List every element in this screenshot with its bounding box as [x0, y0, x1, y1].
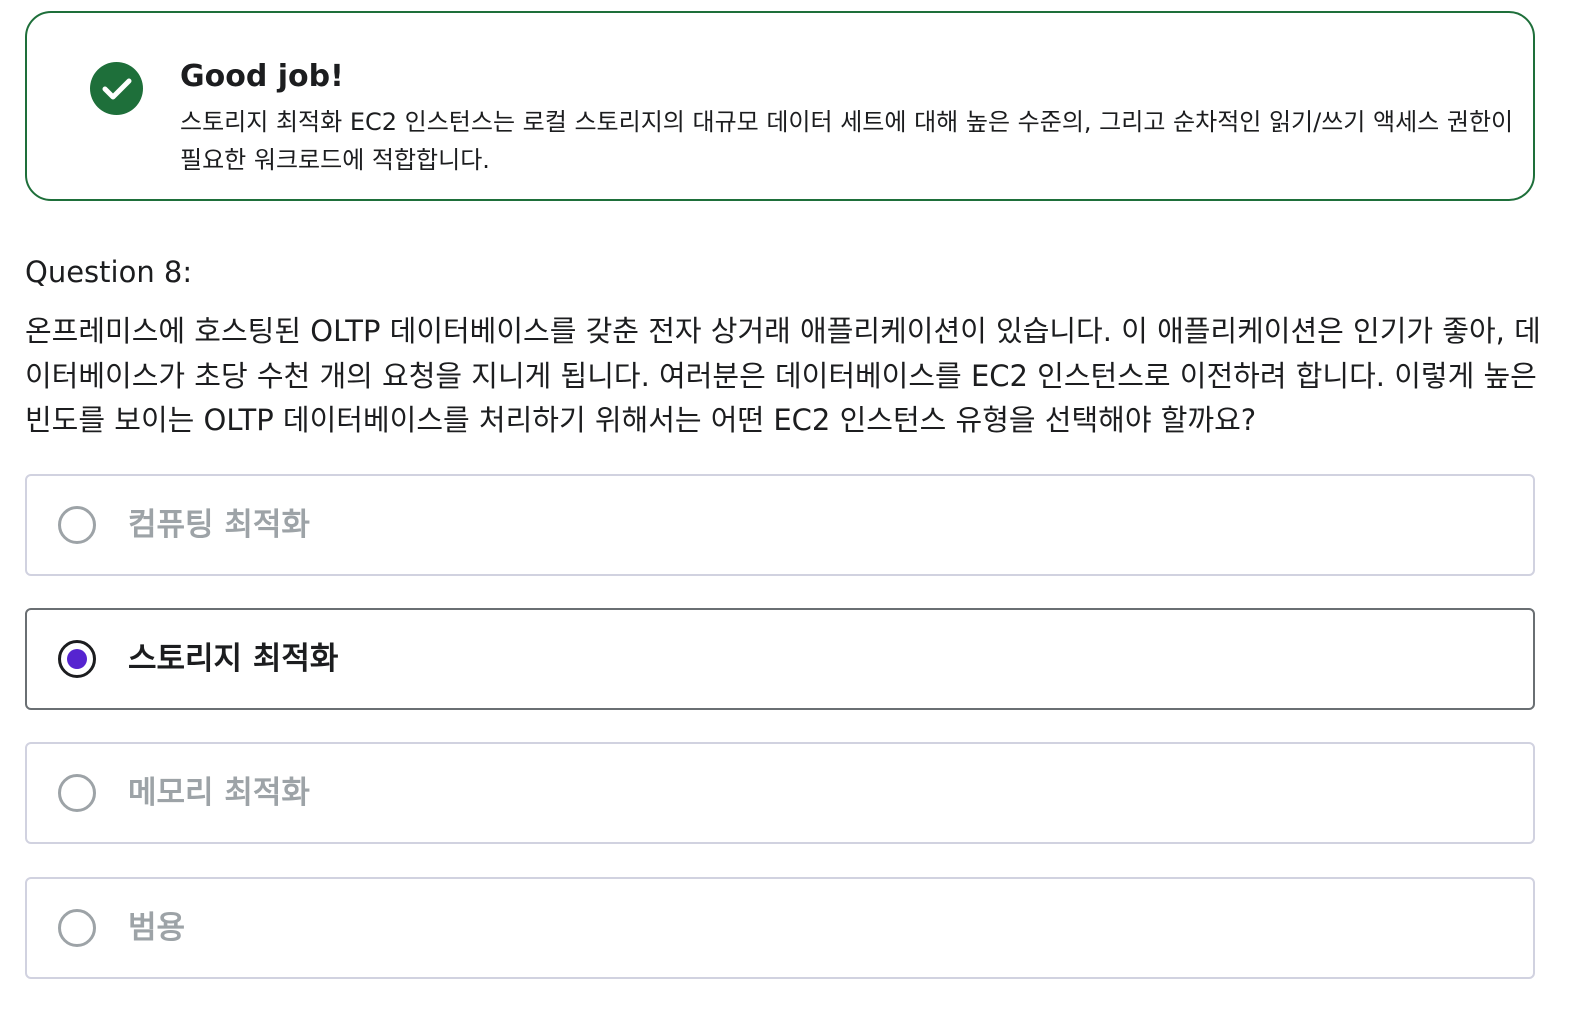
question-prompt: 온프레미스에 호스팅된 OLTP 데이터베이스를 갖춘 전자 상거래 애플리케이… — [25, 314, 1541, 437]
answer-option-label: 컴퓨팅 최적화 — [128, 507, 310, 543]
check-circle-icon — [90, 62, 143, 115]
question-number: Question 8: — [25, 255, 193, 289]
answer-option-label: 메모리 최적화 — [128, 775, 310, 811]
feedback-title: Good job! — [180, 59, 344, 94]
answer-option-1[interactable]: 컴퓨팅 최적화 — [25, 474, 1535, 576]
radio-button[interactable] — [58, 909, 96, 947]
radio-button[interactable] — [58, 774, 96, 812]
answer-option-label: 스토리지 최적화 — [128, 641, 339, 677]
radio-button-selected[interactable] — [58, 640, 96, 678]
radio-dot-icon — [67, 649, 87, 669]
answer-option-2[interactable]: 스토리지 최적화 — [25, 608, 1535, 710]
answer-option-4[interactable]: 범용 — [25, 877, 1535, 979]
answer-option-3[interactable]: 메모리 최적화 — [25, 742, 1535, 844]
feedback-alert: Good job! 스토리지 최적화 EC2 인스턴스는 로컬 스토리지의 대규… — [25, 11, 1535, 201]
feedback-text: 스토리지 최적화 EC2 인스턴스는 로컬 스토리지의 대규모 데이터 세트에 … — [180, 108, 1514, 174]
answer-option-label: 범용 — [128, 910, 186, 946]
radio-button[interactable] — [58, 506, 96, 544]
